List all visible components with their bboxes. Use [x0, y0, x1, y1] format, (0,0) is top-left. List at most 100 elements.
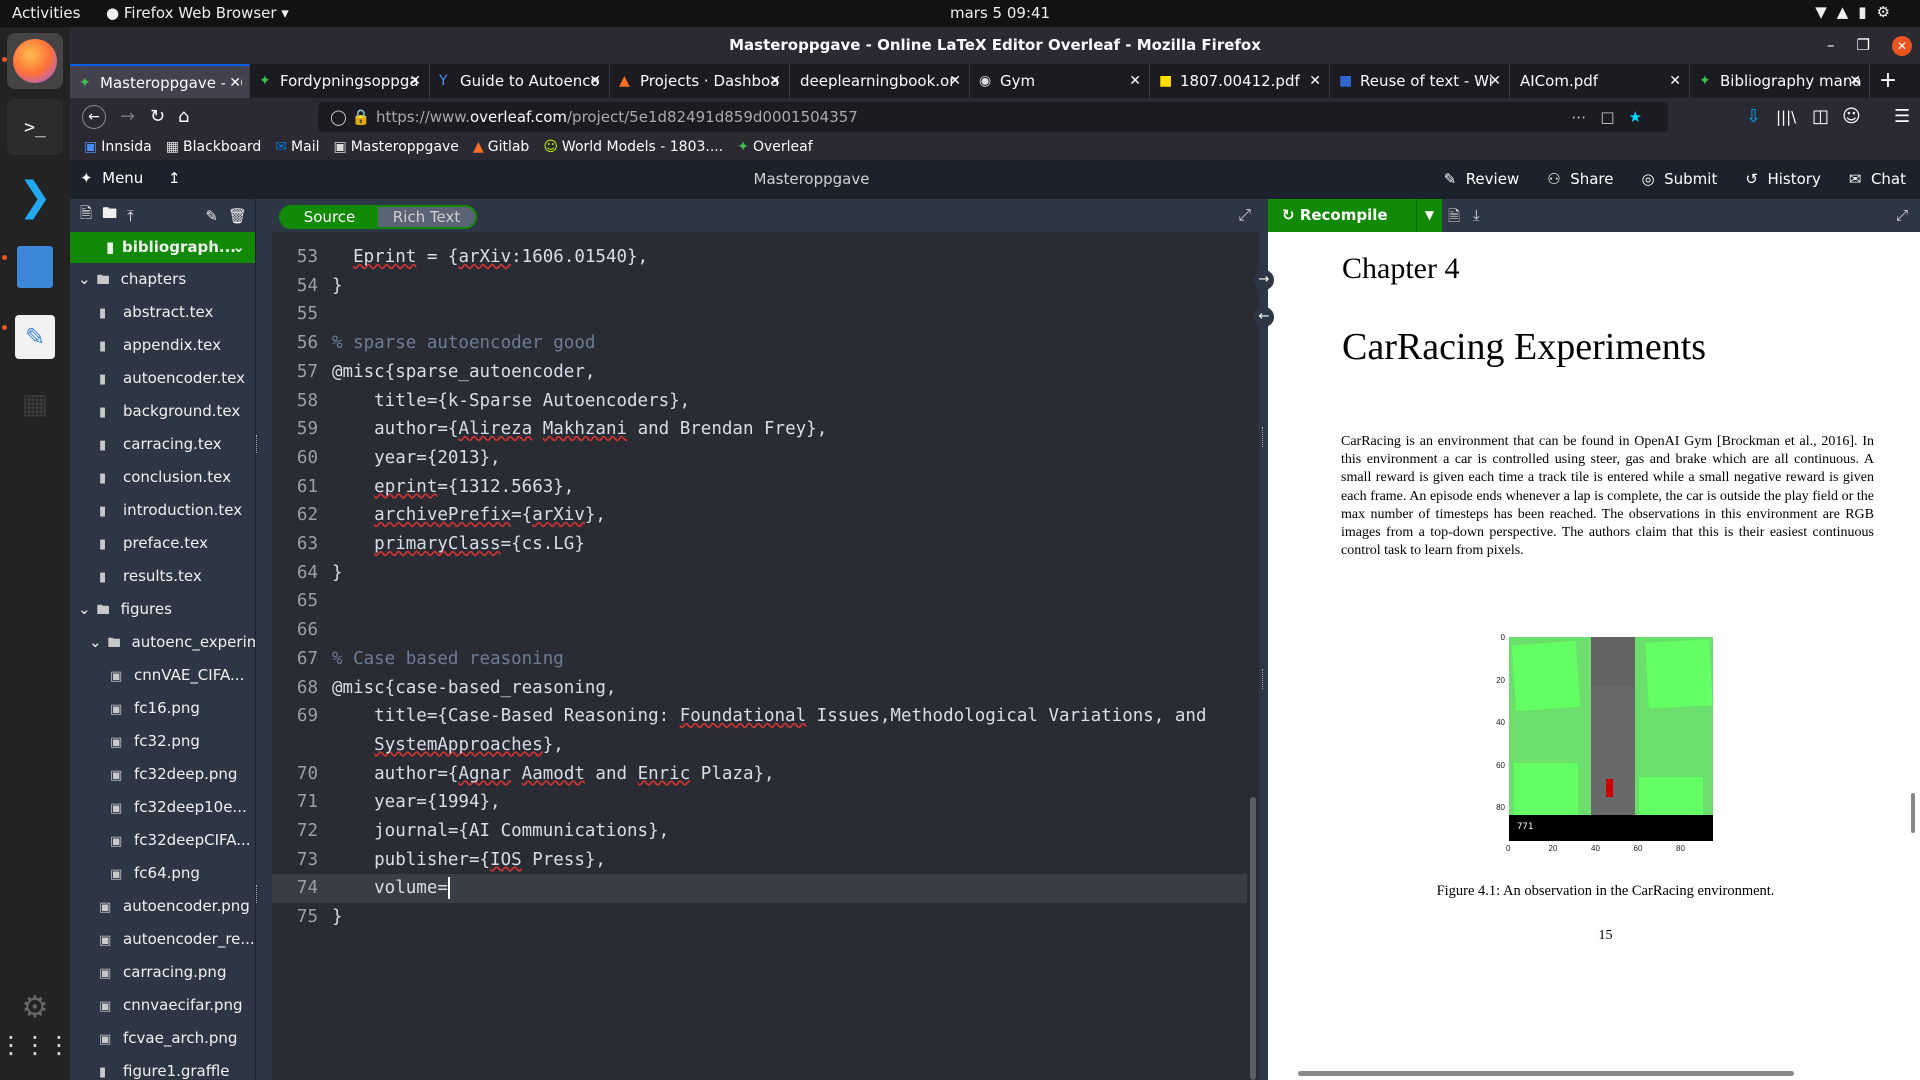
rich-text-mode-button[interactable]: Rich Text: [378, 207, 475, 227]
file-tree-item[interactable]: ▮ abstract.tex: [70, 296, 255, 329]
clock[interactable]: mars 5 09:41: [950, 4, 1050, 22]
resize-handle-icon[interactable]: [256, 435, 259, 453]
terminal-icon[interactable]: >_: [7, 99, 63, 155]
close-tab-icon[interactable]: ✕: [1845, 64, 1861, 98]
pdf-horizontal-scrollbar[interactable]: [1298, 1071, 1794, 1076]
browser-tab[interactable]: Y Guide to Autoenco ✕: [430, 64, 610, 98]
file-tree-item[interactable]: ▣ carracing.png: [70, 956, 255, 989]
pdf-vertical-scrollbar[interactable]: [1911, 793, 1915, 833]
file-tree-item[interactable]: ▮ autoencoder.tex: [70, 362, 255, 395]
resize-handle-icon[interactable]: [1262, 427, 1265, 447]
editor-scrollbar[interactable]: [1247, 232, 1259, 1080]
file-tree-item[interactable]: ▣ fc32deep.png: [70, 758, 255, 791]
editor-pdf-resizer[interactable]: [1259, 199, 1268, 1080]
code-line[interactable]: Eprint = {arXiv:1606.01540},: [332, 243, 648, 271]
close-tab-icon[interactable]: ✕: [585, 64, 601, 98]
recompile-button[interactable]: ↻ Recompile: [1268, 199, 1416, 232]
file-tree-item[interactable]: ▣ fc32.png: [70, 725, 255, 758]
history-button[interactable]: ↺ History: [1731, 160, 1834, 199]
new-tab-icon[interactable]: +: [1870, 64, 1906, 98]
browser-tab[interactable]: deeplearningbook.or ✕: [790, 64, 970, 98]
new-folder-icon[interactable]: 🖿: [102, 203, 117, 228]
close-tab-icon[interactable]: ✕: [1665, 64, 1681, 98]
code-line[interactable]: eprint={1312.5663},: [332, 473, 574, 501]
chevron-down-icon[interactable]: ⌄: [89, 633, 102, 651]
code-line[interactable]: year={1994},: [332, 788, 500, 816]
code-line[interactable]: title={Case-Based Reasoning: Foundationa…: [332, 702, 1206, 730]
close-tab-icon[interactable]: ✕: [1485, 64, 1501, 98]
lock-icon[interactable]: ◯ 🔒: [330, 102, 370, 132]
file-tree-item[interactable]: ▣ cnnVAE_CIFA...: [70, 659, 255, 692]
docker-icon[interactable]: ▦: [7, 375, 63, 431]
code-line[interactable]: % Case based reasoning: [332, 645, 564, 673]
close-tab-icon[interactable]: ✕: [945, 64, 961, 98]
code-editor[interactable]: 53 Eprint = {arXiv:1606.01540}, 54} 55 56% …: [272, 232, 1247, 1080]
file-tree-item[interactable]: ▣ fcvae_arch.png: [70, 1022, 255, 1055]
file-tree-item[interactable]: ▣ fc32deep10e...: [70, 791, 255, 824]
browser-tab[interactable]: ■ Reuse of text - Wi ✕: [1330, 64, 1510, 98]
delete-icon[interactable]: 🗑: [228, 207, 247, 225]
file-tree-item[interactable]: ▮ results.tex: [70, 560, 255, 593]
maximize-icon[interactable]: ❐: [1857, 27, 1870, 64]
file-tree-item[interactable]: ⌄ 🖿 chapters: [70, 263, 255, 296]
file-tree-item[interactable]: ⌄ 🖿 autoenc_experime: [70, 626, 255, 659]
forward-icon[interactable]: →: [120, 106, 135, 127]
browser-tab[interactable]: ✦ Masteroppgave - O ✕: [70, 64, 250, 98]
bookmark-item[interactable]: ☺ World Models - 1803....: [543, 136, 723, 160]
code-line[interactable]: @misc{case-based_reasoning,: [332, 674, 616, 702]
code-line[interactable]: }: [332, 559, 343, 587]
code-line[interactable]: volume=: [332, 874, 450, 902]
code-line[interactable]: author={Alireza Makhzani and Brendan Fre…: [332, 415, 827, 443]
file-tree-item[interactable]: ▮ introduction.tex: [70, 494, 255, 527]
text-editor-icon[interactable]: ✎: [7, 309, 63, 365]
url-bar[interactable]: ◯ 🔒 https://www.overleaf.com/project/5e1…: [318, 102, 1668, 132]
files-icon[interactable]: [7, 239, 63, 295]
rename-icon[interactable]: ✎: [205, 207, 218, 225]
chevron-down-icon[interactable]: ⌄: [232, 232, 245, 263]
close-tab-icon[interactable]: ✕: [1305, 64, 1321, 98]
file-tree-resizer[interactable]: [255, 199, 272, 1080]
browser-tab[interactable]: ▲ Projects · Dashboa ✕: [610, 64, 790, 98]
close-tab-icon[interactable]: ✕: [1125, 64, 1141, 98]
file-tree-item[interactable]: ▮ background.tex: [70, 395, 255, 428]
code-line[interactable]: title={k-Sparse Autoencoders},: [332, 387, 690, 415]
home-icon[interactable]: ⌂: [178, 106, 189, 127]
resize-handle-icon[interactable]: [256, 885, 259, 903]
file-tree-item[interactable]: ▣ autoencoder.png: [70, 890, 255, 923]
code-line[interactable]: publisher={IOS Press},: [332, 846, 606, 874]
file-tree-item[interactable]: ▣ cnnvaecifar.png: [70, 989, 255, 1022]
system-tray[interactable]: ▼▲▮⚙: [1815, 3, 1900, 21]
resize-handle-icon[interactable]: [1262, 669, 1265, 689]
file-tree-item[interactable]: ▣ fc64.png: [70, 857, 255, 890]
downloads-icon[interactable]: ⇩: [1746, 106, 1761, 127]
code-line[interactable]: primaryClass={cs.LG}: [332, 530, 585, 558]
source-mode-button[interactable]: Source: [281, 207, 378, 227]
browser-tab[interactable]: ✦ Bibliography mana ✕: [1690, 64, 1870, 98]
expand-pdf-icon[interactable]: ⤢: [1896, 206, 1908, 224]
new-file-icon[interactable]: 🗎: [80, 203, 92, 228]
activities-button[interactable]: Activities: [12, 4, 80, 22]
code-line[interactable]: }: [332, 272, 343, 300]
file-tree-item[interactable]: ▮ conclusion.tex: [70, 461, 255, 494]
browser-tab[interactable]: AICom.pdf ✕: [1510, 64, 1690, 98]
code-line[interactable]: author={Agnar Aamodt and Enric Plaza},: [332, 760, 774, 788]
library-icon[interactable]: |||\: [1776, 108, 1796, 126]
code-line[interactable]: % sparse autoencoder good: [332, 329, 595, 357]
sidebar-icon[interactable]: ◫: [1812, 106, 1829, 127]
close-tab-icon[interactable]: ✕: [225, 66, 241, 98]
bookmark-item[interactable]: ▦ Blackboard: [166, 136, 262, 160]
sync-to-pdf-icon[interactable]: →: [1254, 270, 1274, 290]
expand-icon[interactable]: ⤢: [1238, 205, 1251, 225]
file-tree-item[interactable]: ▣ fc16.png: [70, 692, 255, 725]
scrollbar-thumb[interactable]: [1250, 797, 1256, 1080]
account-icon[interactable]: ☺: [1842, 106, 1861, 127]
url-actions[interactable]: ⋯□★: [1571, 102, 1656, 132]
chevron-down-icon[interactable]: ⌄: [78, 600, 91, 618]
file-tree-item[interactable]: ▮ carracing.tex: [70, 428, 255, 461]
submit-button[interactable]: ◎ Submit: [1628, 160, 1732, 199]
selected-file[interactable]: ▮ bibliograph... ⌄: [70, 232, 255, 263]
download-pdf-icon[interactable]: ⤓: [1473, 206, 1480, 224]
file-tree-item[interactable]: ▮ appendix.tex: [70, 329, 255, 362]
app-grid-icon[interactable]: ⋮⋮⋮: [0, 1017, 71, 1073]
code-line[interactable]: archivePrefix={arXiv},: [332, 501, 606, 529]
